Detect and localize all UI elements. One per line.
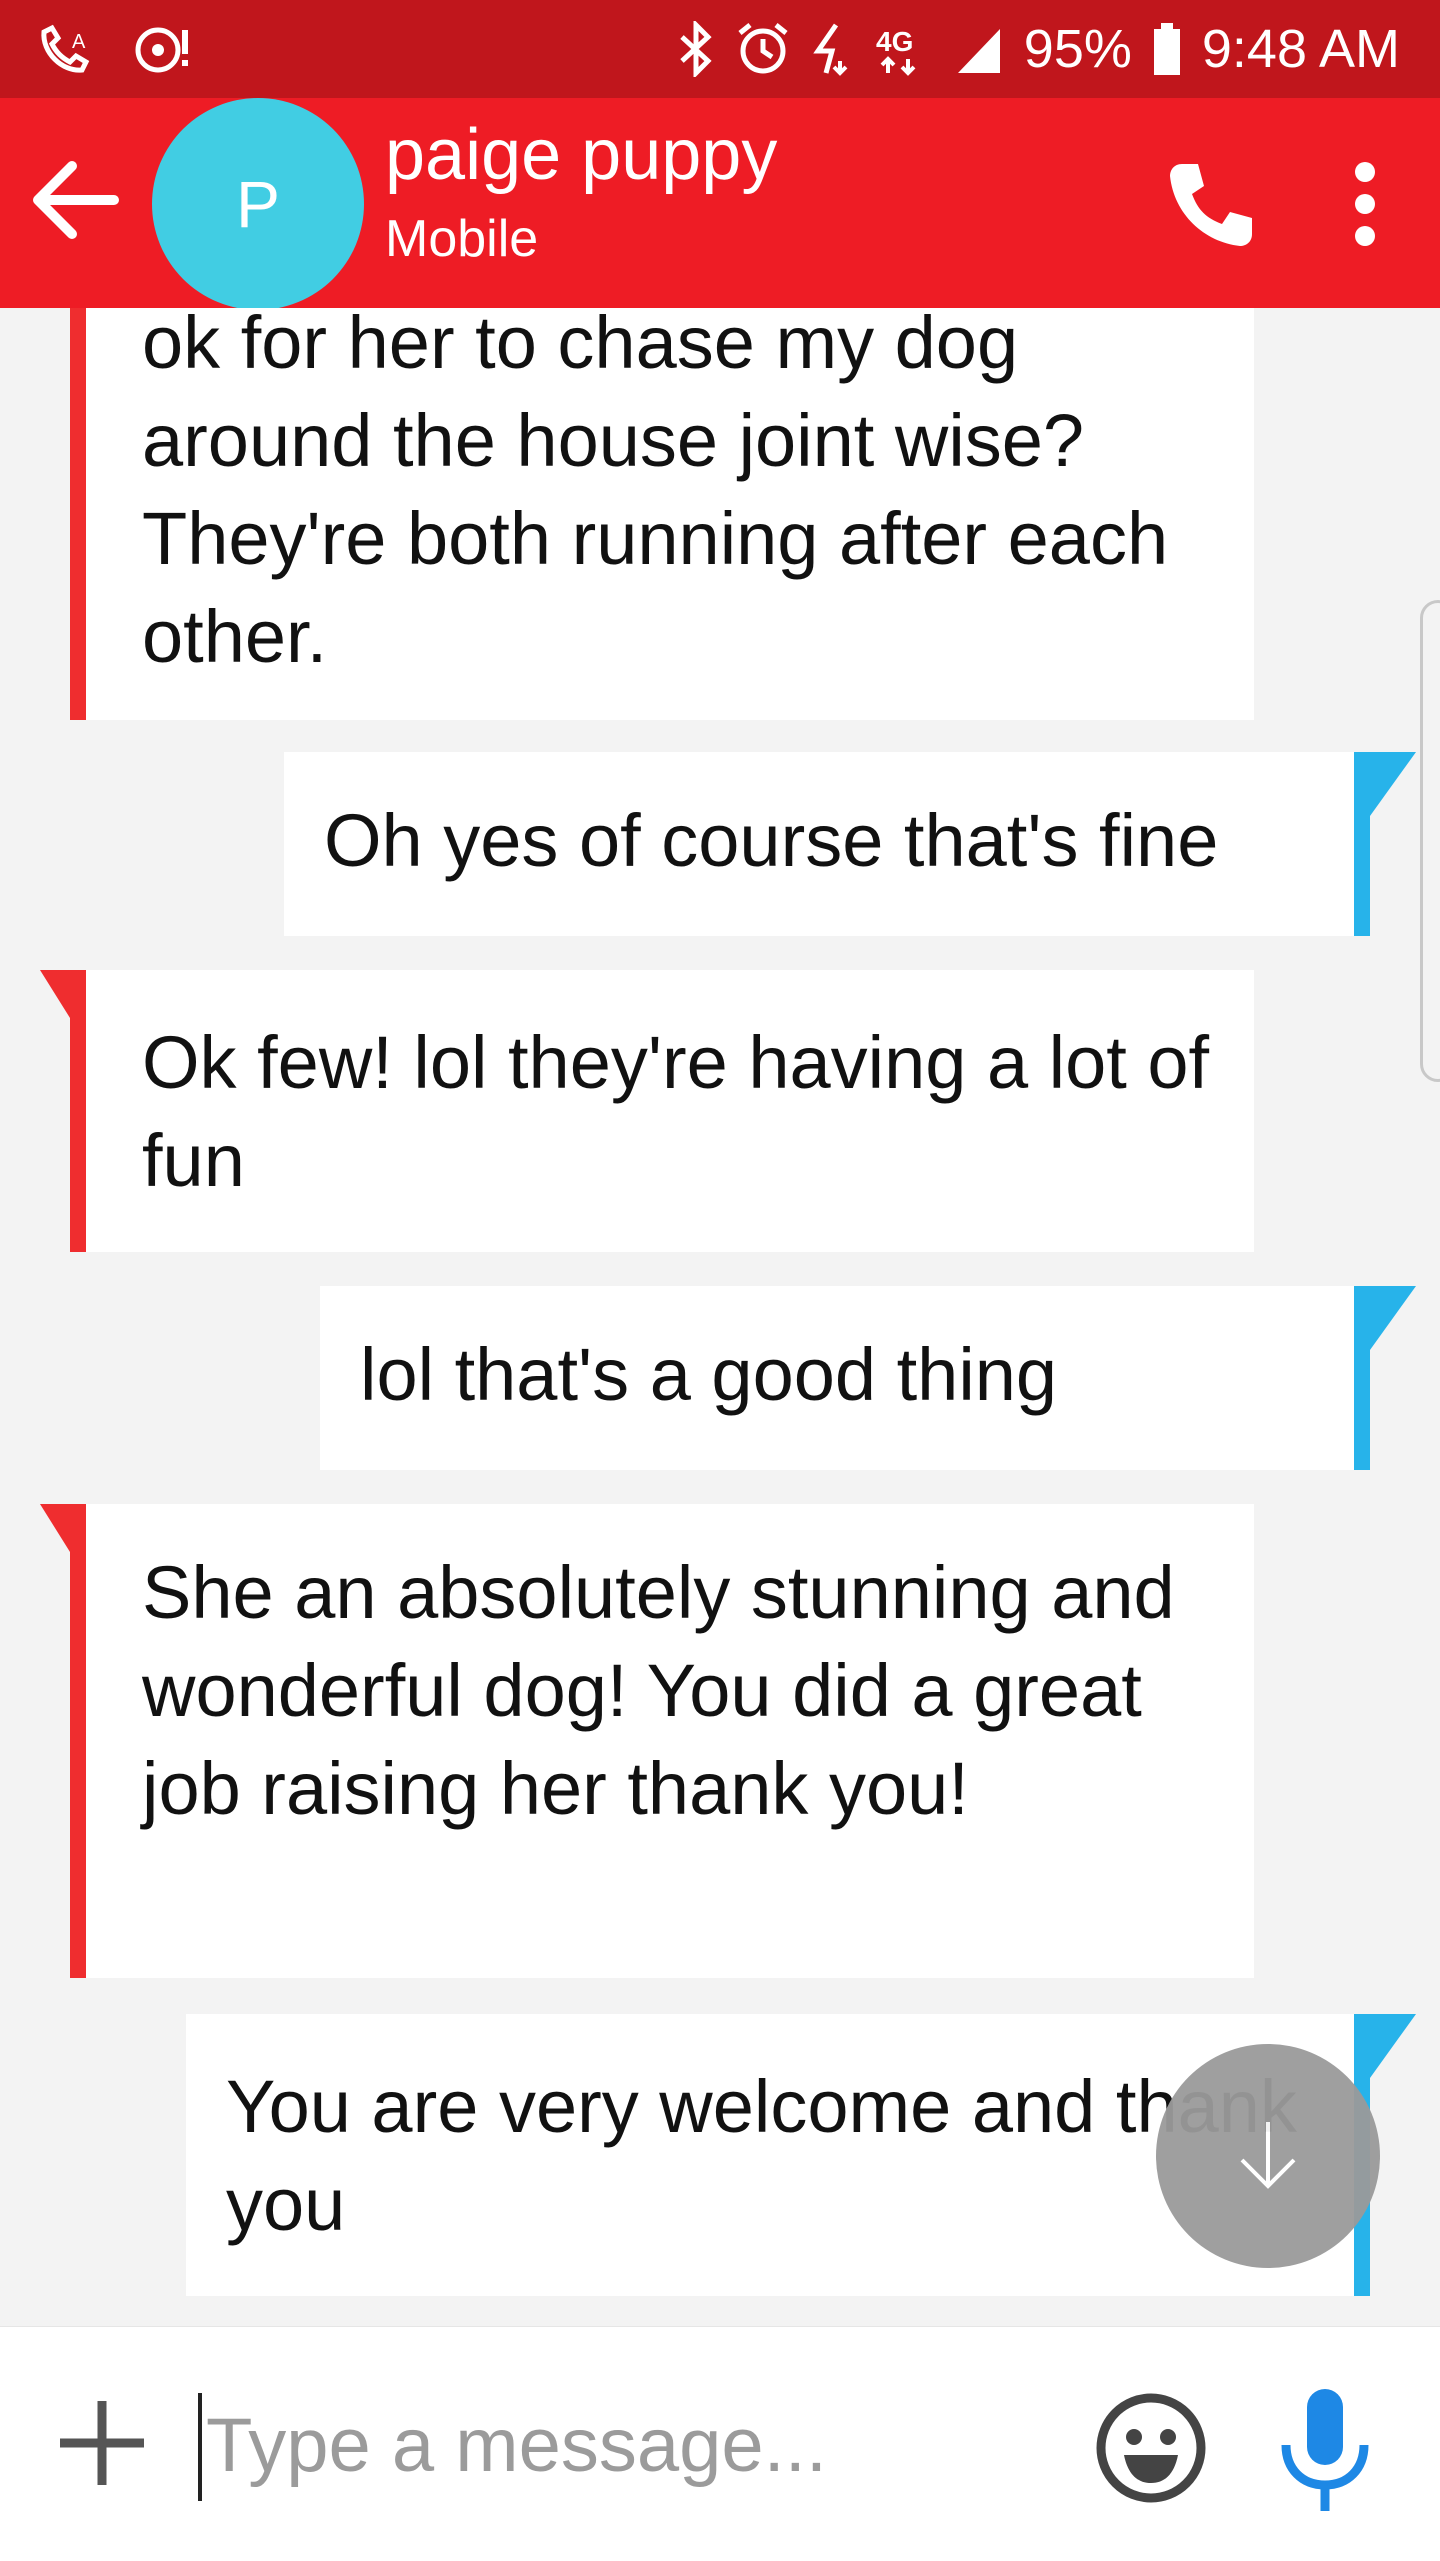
avatar-letter: P [235,167,281,241]
message-outgoing[interactable]: lol that's a good thing [320,1286,1416,1470]
scroll-to-bottom-button[interactable] [1156,2044,1380,2268]
message-composer [0,2326,1440,2561]
bubble-tail [40,970,80,1034]
bubble-tail [1370,752,1416,816]
media-notification-icon [132,22,192,78]
voice-input-button[interactable] [1270,2385,1380,2515]
message-text: lol that's a good thing [360,1333,1058,1416]
message-text: She an absolutely stunning and wonderful… [142,1551,1175,1830]
bluetooth-icon [676,21,716,77]
arrow-back-icon [33,161,119,239]
message-incoming[interactable]: She an absolutely stunning and wonderful… [40,1504,1254,1978]
battery-percent: 95% [1023,19,1132,79]
message-text: Oh yes of course that's fine [324,799,1219,882]
data-saver-icon [810,21,854,77]
svg-text:4G: 4G [876,26,913,57]
text-cursor [198,2393,202,2501]
scroll-handle[interactable] [1420,600,1440,1082]
bubble-tail [40,1504,80,1568]
message-incoming[interactable]: Ok few! lol they're having a lot of fun [40,970,1254,1252]
microphone-icon [1281,2389,1369,2511]
contact-avatar[interactable]: P [152,98,364,310]
smiley-icon [1096,2393,1206,2503]
message-outgoing[interactable]: Oh yes of course that's fine [284,752,1416,936]
svg-text:A: A [72,31,86,53]
bubble-tail [1370,1286,1416,1350]
message-text: You are very welcome and thank you [226,2065,1297,2246]
contact-name[interactable]: paige puppy [385,112,777,198]
4g-lte-icon: 4G [874,21,934,77]
conversation-list[interactable]: ok for her to chase my dog around the ho… [0,308,1440,2326]
message-input[interactable] [206,2389,1036,2501]
clock: 9:48 AM [1201,19,1400,79]
bubble-tail [1370,2014,1416,2078]
back-button[interactable] [26,150,126,250]
emoji-button[interactable] [1094,2391,1208,2505]
status-bar: A 4G 95% 9:48 AM [0,0,1440,98]
arrow-down-icon [1240,2122,1296,2189]
message-text: ok for her to chase my dog around the ho… [142,308,1169,678]
attach-button[interactable] [56,2397,148,2489]
app-bar: P paige puppy Mobile [0,98,1440,310]
phone-icon [1170,164,1252,246]
call-button[interactable] [1160,154,1260,254]
plus-icon [60,2401,144,2485]
signal-icon [954,21,1004,77]
battery-icon [1152,21,1182,77]
message-incoming[interactable]: ok for her to chase my dog around the ho… [70,308,1254,720]
alarm-icon [736,21,790,77]
message-text: Ok few! lol they're having a lot of fun [142,1021,1210,1202]
wifi-calling-icon: A [36,22,96,78]
contact-number-type: Mobile [385,210,539,268]
more-options-button[interactable] [1330,154,1400,254]
more-vert-icon [1355,162,1375,246]
